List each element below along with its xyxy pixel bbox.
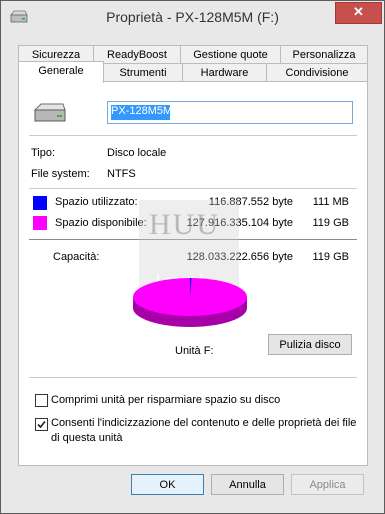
watermark-text: HUU <box>149 208 220 241</box>
tab-label: Generale <box>38 65 84 77</box>
close-button[interactable]: ✕ <box>335 2 382 24</box>
tab-strumenti[interactable]: Strumenti <box>103 63 183 82</box>
tab-gestione-quote[interactable]: Gestione quote <box>180 45 281 64</box>
compress-checkbox[interactable] <box>35 394 48 407</box>
tab-label: Sicurezza <box>31 49 81 61</box>
free-space-size: 119 GB <box>312 217 350 229</box>
disk-cleanup-button[interactable]: Pulizia disco <box>268 334 352 355</box>
compress-label: Comprimi unità per risparmiare spazio su… <box>51 394 281 406</box>
tab-label: Personalizza <box>292 49 356 61</box>
close-icon: ✕ <box>353 4 364 19</box>
separator <box>29 377 357 378</box>
type-label: Tipo: <box>31 147 56 159</box>
index-label-line2: di questa unità <box>51 432 123 444</box>
free-space-label: Spazio disponibile: <box>55 217 147 229</box>
index-label-line1: Consenti l'indicizzazione del contenuto … <box>51 417 357 429</box>
tab-label: Hardware <box>200 67 249 79</box>
tab-condivisione[interactable]: Condivisione <box>266 63 368 82</box>
filesystem-label: File system: <box>31 168 90 180</box>
cancel-button[interactable]: Annulla <box>211 474 284 495</box>
tab-generale[interactable]: Generale <box>18 61 104 83</box>
title-bar: Proprietà - PX-128M5M (F:) ✕ <box>1 1 384 34</box>
tab-label: Condivisione <box>285 67 349 79</box>
separator <box>29 188 357 189</box>
used-space-swatch <box>33 196 47 210</box>
index-checkbox[interactable] <box>35 418 48 431</box>
type-value: Disco locale <box>107 147 167 159</box>
disk-usage-pie <box>133 277 247 327</box>
general-tab-panel: Tipo: Disco locale File system: NTFS Spa… <box>18 81 368 466</box>
tab-hardware[interactable]: Hardware <box>182 63 267 82</box>
capacity-label: Capacità: <box>53 251 100 263</box>
filesystem-value: NTFS <box>107 168 136 180</box>
tab-personalizza[interactable]: Personalizza <box>280 45 368 64</box>
window-title: Proprietà - PX-128M5M (F:) <box>106 9 279 25</box>
used-space-size: 111 MB <box>312 196 349 208</box>
capacity-size: 119 GB <box>312 251 350 263</box>
drive-name-field[interactable] <box>107 101 353 124</box>
drive-label: Unità F: <box>175 345 214 357</box>
apply-button[interactable]: Applica <box>291 474 364 495</box>
tab-label: Strumenti <box>119 67 167 79</box>
drive-icon <box>33 103 66 122</box>
drive-name-input[interactable] <box>110 105 352 117</box>
checkmark-icon <box>37 420 46 429</box>
ok-button[interactable]: OK <box>131 474 204 495</box>
separator <box>29 135 357 136</box>
properties-window: Proprietà - PX-128M5M (F:) ✕ Sicurezza R… <box>0 0 385 514</box>
tab-label: Gestione quote <box>193 49 268 61</box>
tab-readyboost[interactable]: ReadyBoost <box>93 45 181 64</box>
free-space-swatch <box>33 216 47 230</box>
used-space-label: Spazio utilizzato: <box>55 196 138 208</box>
tab-label: ReadyBoost <box>107 49 167 61</box>
